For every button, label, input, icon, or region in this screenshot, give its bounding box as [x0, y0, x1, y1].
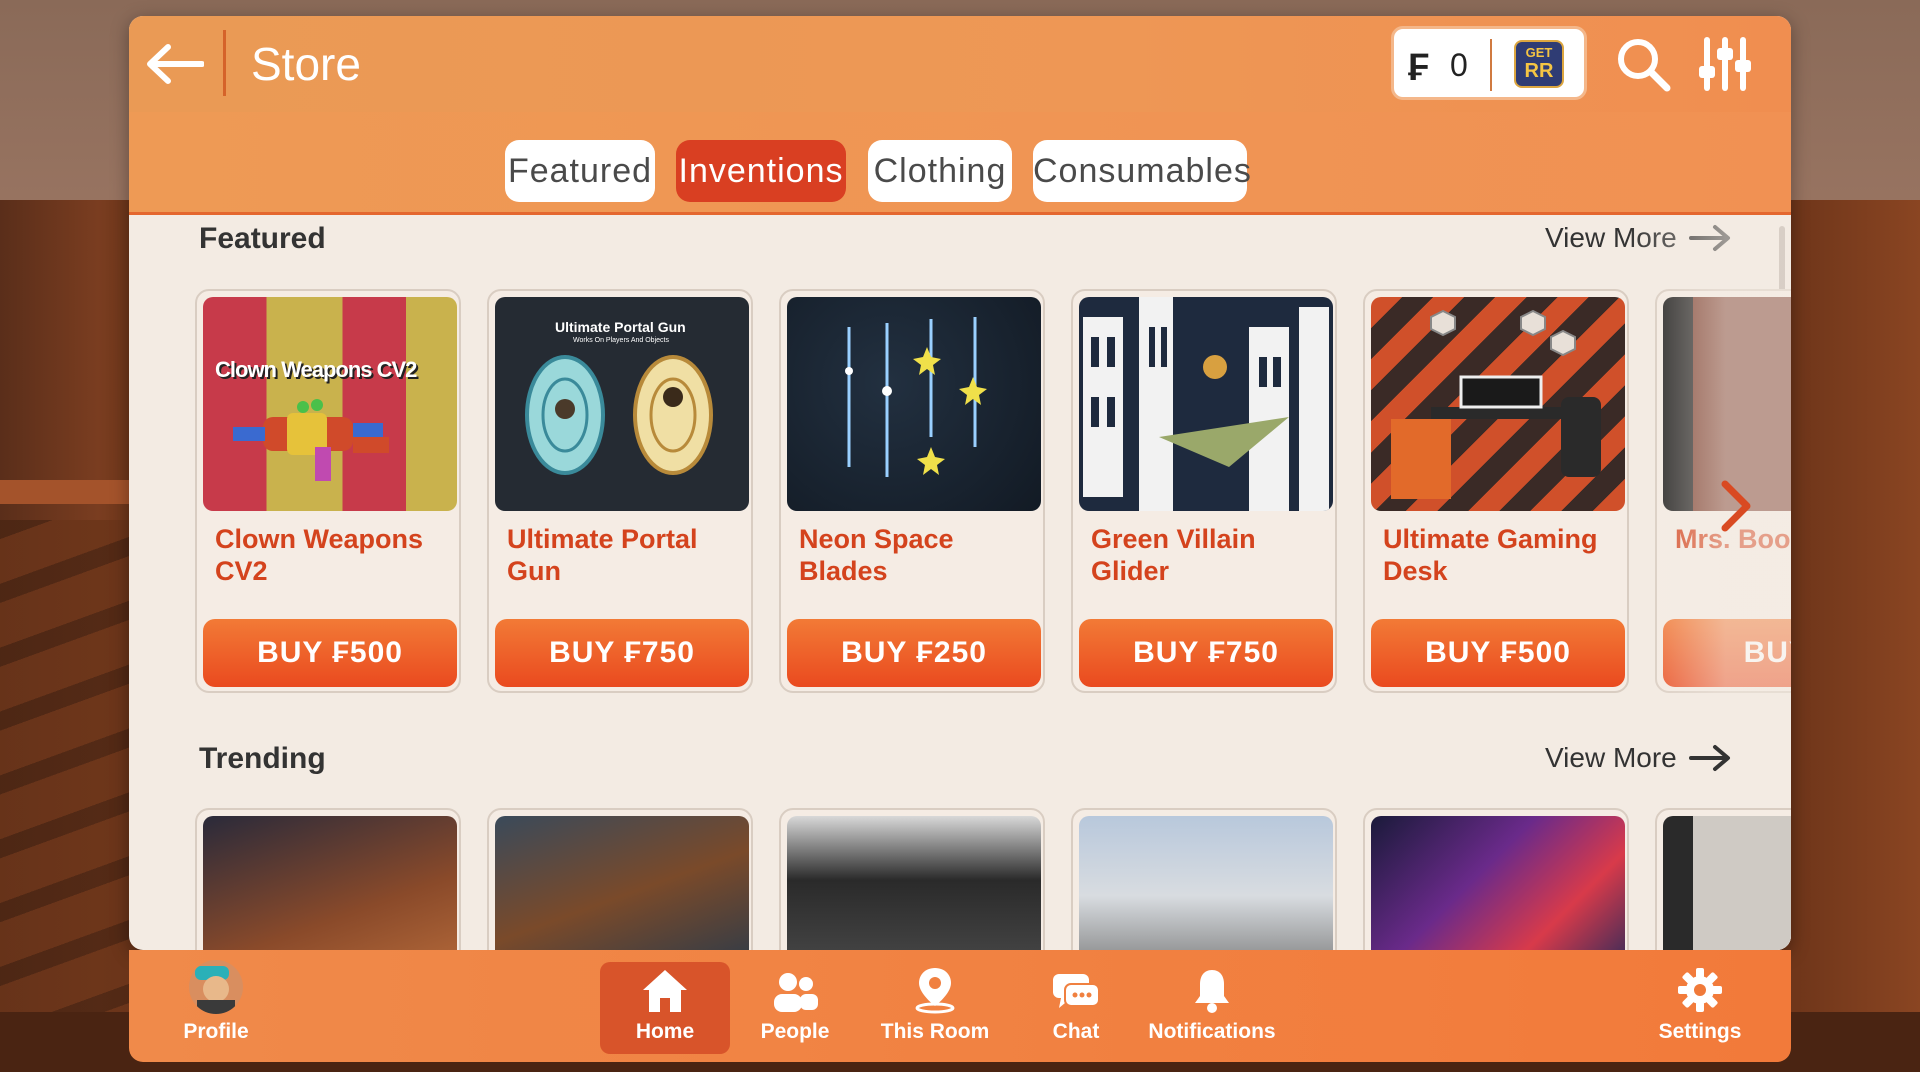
buy-button[interactable]: BUY ₣500 — [203, 619, 457, 687]
tab-inventions[interactable]: Inventions — [676, 140, 846, 202]
item-thumbnail: Clown Weapons CV2 — [203, 297, 457, 511]
nav-people[interactable]: People — [730, 962, 860, 1054]
people-icon — [774, 973, 818, 1012]
bottom-nav: Profile Home People This Room Chat Notif… — [129, 950, 1791, 1062]
item-thumbnail — [1079, 816, 1333, 950]
back-button[interactable] — [143, 36, 205, 92]
bell-icon — [1195, 970, 1229, 1013]
tab-consumables[interactable]: Consumables — [1033, 140, 1251, 202]
store-item-card[interactable]: Green Villain Glider BUY ₣750 — [1071, 289, 1337, 693]
gear-icon — [1678, 968, 1722, 1012]
nav-label: Settings — [1658, 1020, 1742, 1043]
view-more-featured[interactable]: View More — [1545, 222, 1731, 254]
currency-display: ₣ 0 GET RR — [1391, 26, 1587, 100]
item-name: Green Villain Glider — [1091, 524, 1256, 586]
item-thumbnail — [1079, 297, 1333, 511]
nav-settings[interactable]: Settings — [1635, 962, 1765, 1054]
trending-item-card[interactable] — [779, 808, 1045, 950]
arrow-right-icon — [1688, 745, 1730, 771]
nav-this-room[interactable]: This Room — [860, 962, 1010, 1054]
chat-icon — [1053, 974, 1100, 1008]
nav-chat[interactable]: Chat — [1011, 962, 1141, 1054]
item-name: Neon Space Blades — [799, 524, 954, 586]
item-name: Ultimate Portal Gun — [507, 524, 698, 586]
view-more-trending[interactable]: View More — [1545, 742, 1731, 774]
portal-icon — [525, 355, 713, 475]
store-item-card[interactable]: Ultimate Gaming Desk BUY ₣500 — [1363, 289, 1629, 693]
section-title-trending: Trending — [199, 742, 326, 775]
item-thumbnail: Ultimate Portal Gun Works On Players And… — [495, 297, 749, 511]
store-item-card[interactable]: Clown Weapons CV2 Clown Weapons CV2 BUY … — [195, 289, 461, 693]
avatar — [189, 960, 243, 1014]
sliders-icon — [1699, 37, 1751, 91]
tab-clothing[interactable]: Clothing — [868, 140, 1012, 202]
store-panel: Store ₣ 0 GET RR Featured Inventions Clo… — [129, 16, 1791, 950]
ray-gun-icon — [233, 399, 389, 481]
item-thumbnail — [203, 816, 457, 950]
nav-label: Profile — [183, 1020, 249, 1043]
item-thumbnail — [787, 816, 1041, 950]
get-tokens-button[interactable]: GET RR — [1514, 40, 1564, 88]
gaming-desk-icon — [1391, 309, 1601, 499]
search-icon — [1618, 39, 1671, 92]
store-header: Store ₣ 0 GET RR — [129, 16, 1791, 115]
buy-button[interactable]: BUY ₣750 — [495, 619, 749, 687]
token-icon: ₣ — [1408, 47, 1430, 89]
nav-label: This Room — [880, 1020, 990, 1043]
glider-icon — [1083, 297, 1329, 511]
section-title-featured: Featured — [199, 222, 326, 255]
arrow-right-icon — [1688, 225, 1730, 251]
trending-item-card[interactable] — [487, 808, 753, 950]
nav-label: People — [760, 1020, 830, 1043]
item-name: Clown Weapons CV2 — [215, 524, 424, 586]
filter-button[interactable] — [1695, 34, 1755, 94]
store-item-card[interactable]: Ultimate Portal Gun Works On Players And… — [487, 289, 753, 693]
nav-label: Notifications — [1148, 1020, 1276, 1043]
back-arrow-icon — [147, 44, 204, 84]
header-divider — [223, 30, 226, 96]
buy-button[interactable]: BUY ₣750 — [1079, 619, 1333, 687]
tab-featured[interactable]: Featured — [505, 140, 655, 202]
location-pin-icon — [915, 968, 955, 1014]
buy-button[interactable]: BUY ₣500 — [1371, 619, 1625, 687]
item-thumbnail — [1371, 297, 1625, 511]
item-thumbnail — [1371, 816, 1625, 950]
trending-item-card[interactable] — [1363, 808, 1629, 950]
store-item-card[interactable]: Neon Space Blades BUY ₣250 — [779, 289, 1045, 693]
nav-label: Chat — [1052, 1020, 1100, 1043]
chevron-right-icon — [1721, 480, 1751, 532]
nav-home[interactable]: Home — [600, 962, 730, 1054]
category-tabs: Featured Inventions Clothing Consumables — [129, 112, 1791, 215]
item-thumbnail — [495, 816, 749, 950]
item-thumbnail — [1663, 816, 1791, 950]
page-title: Store — [251, 38, 361, 90]
item-name: Ultimate Gaming Desk — [1383, 524, 1598, 586]
home-icon — [643, 970, 687, 1012]
buy-button[interactable]: BUY ₣250 — [787, 619, 1041, 687]
blades-icon — [845, 317, 987, 477]
nav-profile[interactable]: Profile — [151, 960, 281, 1054]
carousel-next-button[interactable] — [1711, 476, 1761, 536]
buy-button[interactable]: BUY ₣ — [1663, 619, 1791, 687]
item-thumbnail — [787, 297, 1041, 511]
token-balance: 0 — [1450, 47, 1468, 83]
trending-item-card[interactable] — [1071, 808, 1337, 950]
trending-item-card[interactable] — [1655, 808, 1791, 950]
nav-label: Home — [635, 1020, 695, 1043]
nav-notifications[interactable]: Notifications — [1137, 962, 1287, 1054]
trending-item-card[interactable] — [195, 808, 461, 950]
search-button[interactable] — [1613, 34, 1673, 94]
